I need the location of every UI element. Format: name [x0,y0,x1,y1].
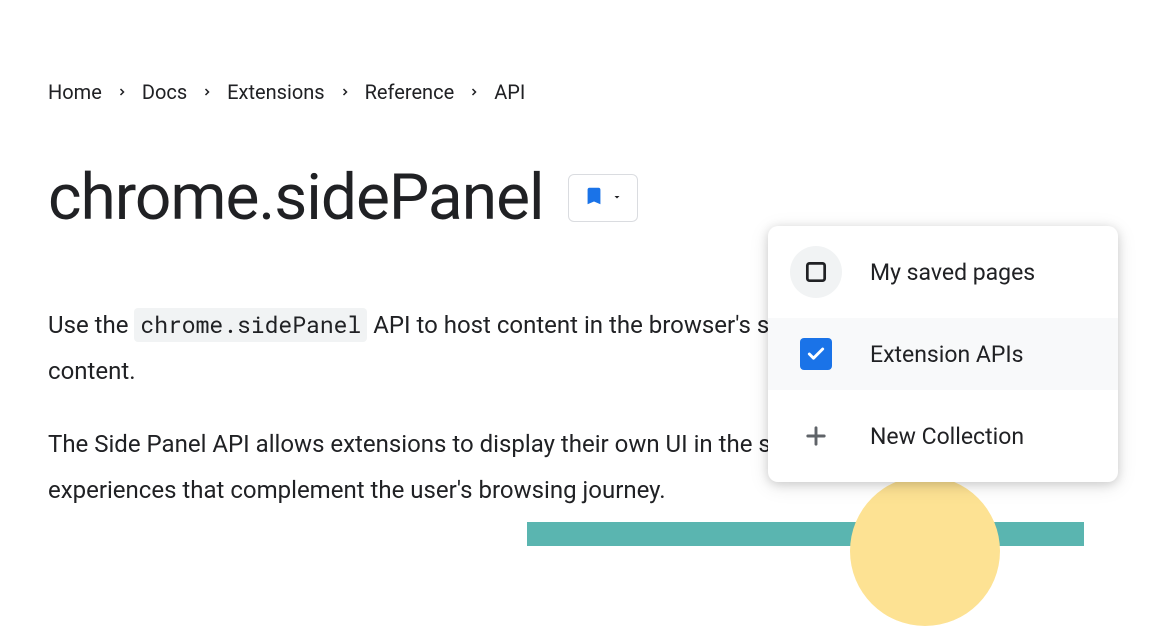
caret-down-icon [611,188,623,207]
dropdown-item-label: New Collection [870,423,1024,450]
breadcrumb: Home Docs Extensions Reference API [48,80,1122,104]
dropdown-item-new-collection[interactable]: New Collection [768,390,1118,482]
plus-icon [790,410,842,462]
breadcrumb-item-home[interactable]: Home [48,80,102,104]
code-inline: chrome.sidePanel [134,308,367,342]
checkbox-unchecked-icon [790,246,842,298]
chevron-right-icon [116,86,128,98]
chevron-right-icon [201,86,213,98]
bookmark-dropdown-panel: My saved pages Extension APIs New Collec… [768,226,1118,482]
title-row: chrome.sidePanel [48,160,1122,235]
decorative-teal-bar [527,522,1084,546]
chevron-right-icon [468,86,480,98]
breadcrumb-item-reference[interactable]: Reference [365,80,455,104]
chevron-right-icon [339,86,351,98]
checkbox-checked-icon [800,338,832,370]
bookmark-dropdown-button[interactable] [568,174,638,222]
page-title: chrome.sidePanel [48,160,544,235]
breadcrumb-item-extensions[interactable]: Extensions [227,80,324,104]
intro-prefix: Use the [48,311,134,339]
dropdown-item-label: My saved pages [870,259,1035,286]
dropdown-item-label: Extension APIs [870,341,1024,368]
bookmark-icon [583,185,605,211]
decorative-yellow-circle [850,476,1000,626]
dropdown-item-extension-apis[interactable]: Extension APIs [768,318,1118,390]
breadcrumb-item-docs[interactable]: Docs [142,80,187,104]
breadcrumb-item-api[interactable]: API [494,80,525,104]
dropdown-item-my-saved-pages[interactable]: My saved pages [768,226,1118,318]
